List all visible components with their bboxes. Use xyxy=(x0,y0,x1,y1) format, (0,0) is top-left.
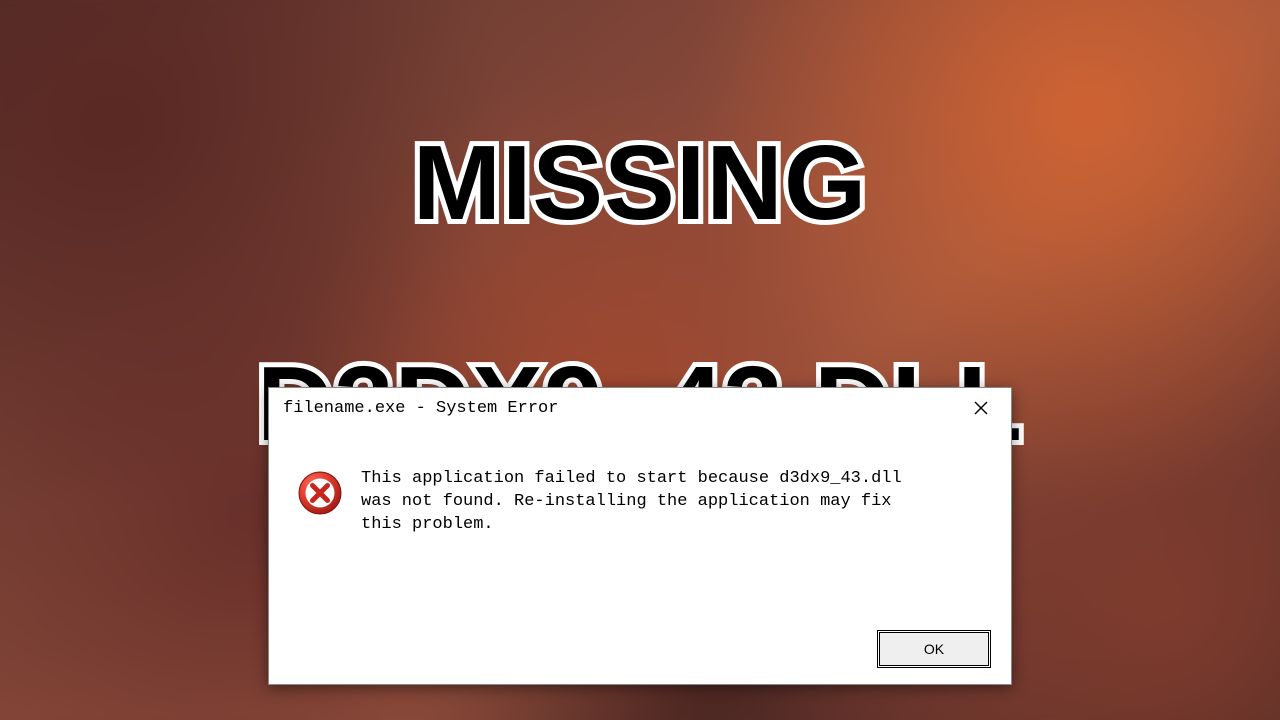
close-button[interactable] xyxy=(961,392,1001,424)
close-icon xyxy=(974,401,988,415)
error-icon xyxy=(297,470,343,516)
ok-button-label: OK xyxy=(924,641,944,657)
dialog-message: This application failed to start because… xyxy=(361,468,941,537)
headline-line-1: MISSING xyxy=(413,124,868,242)
ok-button[interactable]: OK xyxy=(879,632,989,666)
dialog-titlebar[interactable]: filename.exe - System Error xyxy=(269,388,1011,428)
dialog-footer: OK xyxy=(879,632,989,666)
dialog-body: This application failed to start because… xyxy=(269,428,1011,537)
error-dialog: filename.exe - System Error xyxy=(268,387,1012,685)
dialog-title: filename.exe - System Error xyxy=(283,399,558,418)
